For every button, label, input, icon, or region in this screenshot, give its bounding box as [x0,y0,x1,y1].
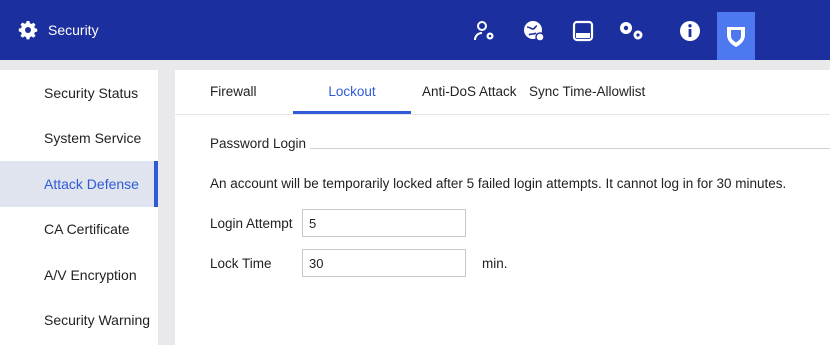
lock-time-input[interactable] [302,249,466,277]
sidebar-item-ca-certificate[interactable]: CA Certificate [0,207,158,253]
sidebar-item-attack-defense[interactable]: Attack Defense [0,161,158,207]
sidebar: Security Status System Service Attack De… [0,70,158,345]
security-shield-icon[interactable] [717,12,755,60]
sidebar-item-security-warning[interactable]: Security Warning [0,298,158,344]
sidebar-item-security-status[interactable]: Security Status [0,70,158,116]
lock-time-label: Lock Time [210,255,272,271]
sidebar-item-av-encryption[interactable]: A/V Encryption [0,252,158,298]
tab-lockout[interactable]: Lockout [293,70,411,114]
lockout-notice: An account will be temporarily locked af… [210,176,787,191]
sidebar-item-label: System Service [44,130,142,147]
sidebar-item-label: A/V Encryption [44,266,137,283]
system-settings-icon[interactable] [612,12,650,50]
app-title-label: Security [48,22,99,38]
tab-bar: Firewall Lockout Anti-DoS Attack Sync Ti… [175,70,830,115]
tab-anti-dos-attack[interactable]: Anti-DoS Attack [422,70,517,114]
tab-sync-time-allowlist[interactable]: Sync Time-Allowlist [529,70,645,114]
sidebar-item-label: Security Warning [44,312,151,329]
lock-time-row: Lock Time min. [210,248,508,278]
sidebar-item-label: CA Certificate [44,221,130,238]
tab-firewall[interactable]: Firewall [210,70,257,114]
network-icon[interactable] [515,12,553,50]
gear-icon [18,20,38,40]
user-settings-icon[interactable] [466,12,504,50]
sidebar-item-label: Attack Defense [44,175,139,192]
info-icon[interactable] [671,12,709,50]
login-attempt-row: Login Attempt [210,208,466,238]
top-bar: Security [0,0,830,60]
login-attempt-input[interactable] [302,209,466,237]
app-title: Security [18,20,99,40]
login-attempt-label: Login Attempt [210,215,293,231]
lock-time-unit: min. [482,255,508,271]
section-divider [310,148,830,149]
storage-icon[interactable] [564,12,602,50]
sidebar-item-system-service[interactable]: System Service [0,116,158,162]
section-title: Password Login [210,136,307,151]
sidebar-item-label: Security Status [44,84,139,101]
main-panel: Firewall Lockout Anti-DoS Attack Sync Ti… [175,70,830,345]
